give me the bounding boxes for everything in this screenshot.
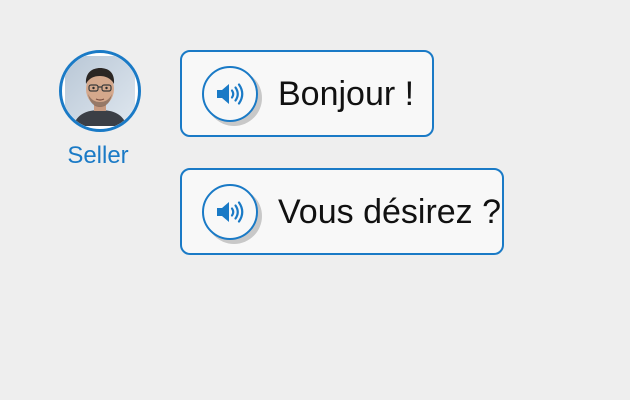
button-circle[interactable]: [202, 183, 258, 240]
speaker-panel: Seller: [56, 50, 144, 170]
speaker-volume-icon: [217, 200, 244, 223]
dialogue-text: Bonjour !: [278, 74, 415, 113]
seller-portrait: [65, 56, 135, 126]
button-circle[interactable]: [202, 65, 258, 122]
play-audio-button[interactable]: [202, 183, 262, 244]
speaker-name: Seller: [67, 142, 129, 169]
avatar: [59, 50, 141, 132]
play-audio-button[interactable]: [202, 65, 262, 126]
speaker-volume-icon: [217, 82, 244, 105]
dialogue-text: Vous désirez ?: [278, 192, 502, 231]
dialogue-bubble: Bonjour !: [180, 50, 434, 137]
dialogue-bubble: Vous désirez ?: [180, 168, 504, 255]
